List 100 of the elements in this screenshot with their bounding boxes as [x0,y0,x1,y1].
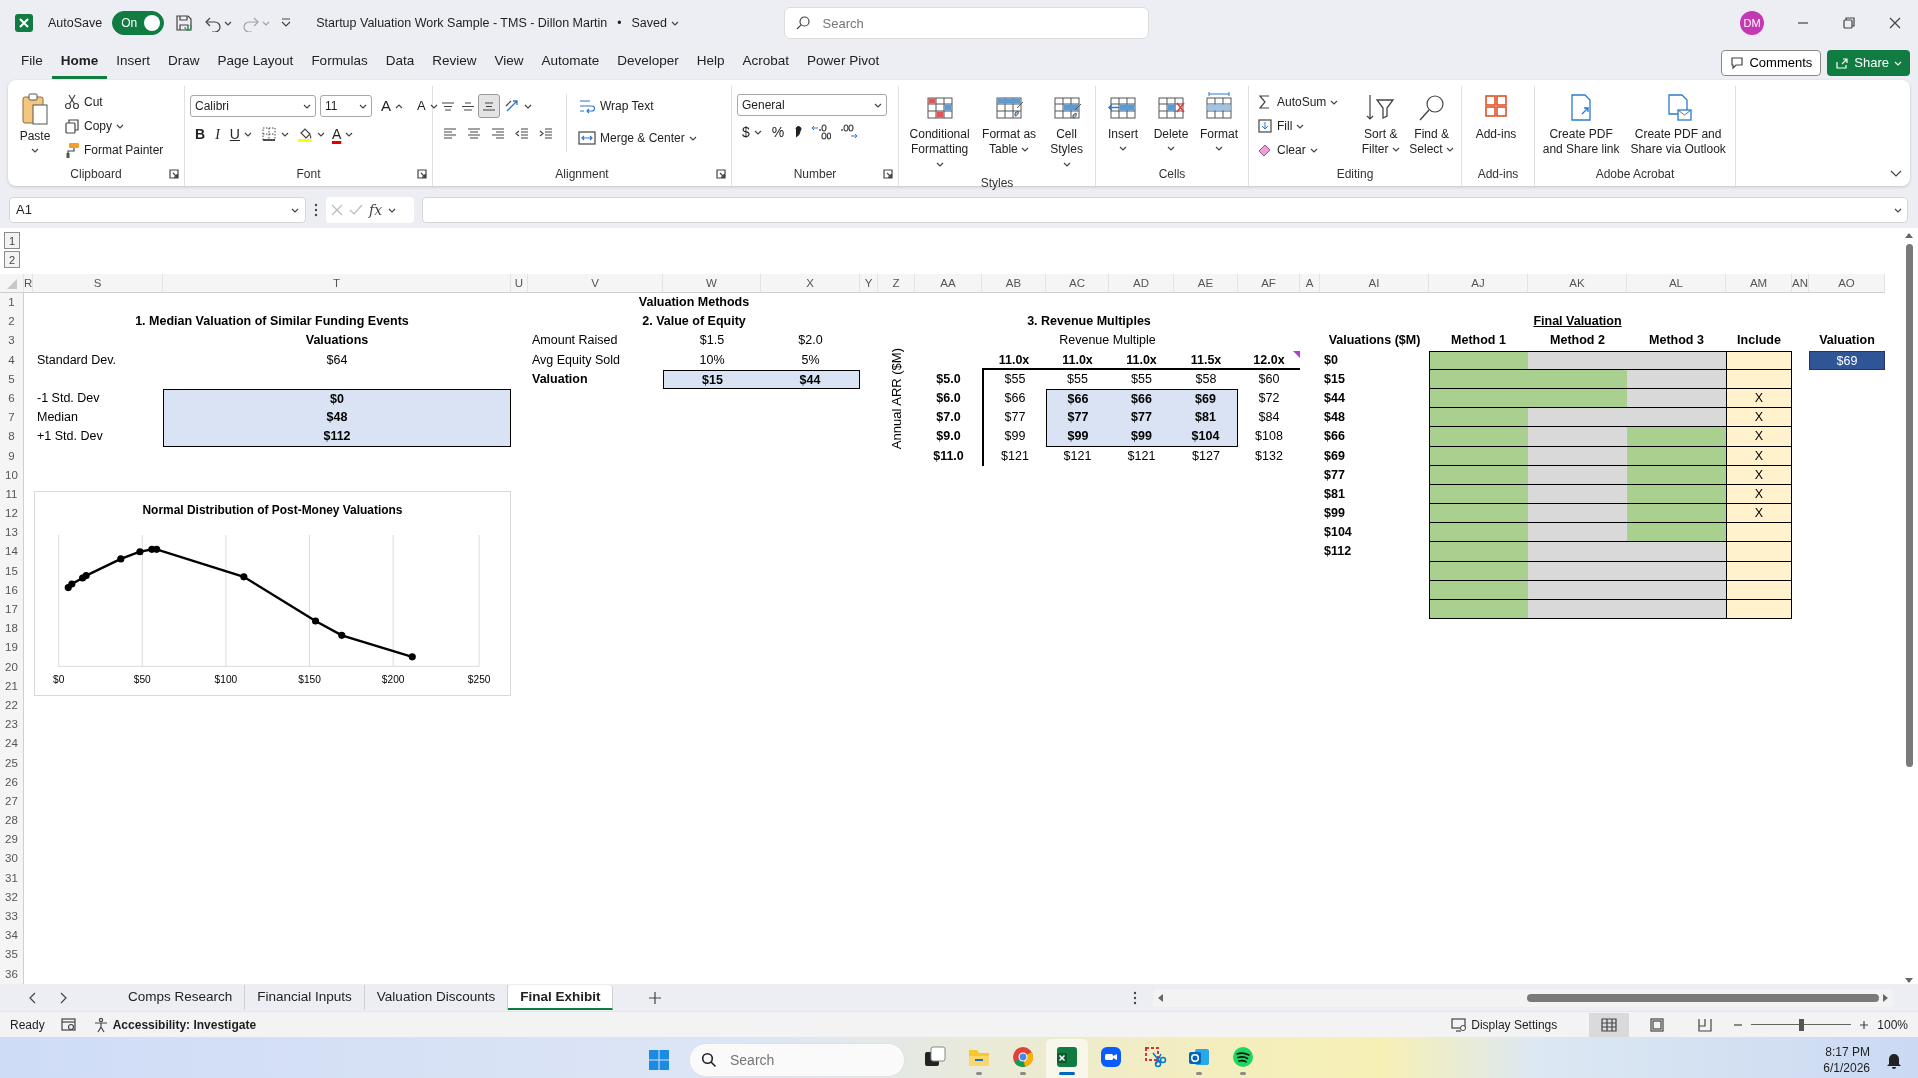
column-header[interactable]: T [163,274,511,293]
wrap-text-button[interactable]: Wrap Text [575,94,700,118]
column-header[interactable]: W [663,274,761,293]
paste-button[interactable]: Paste [13,90,57,155]
row-header[interactable]: 35 [0,945,24,965]
insert-button[interactable]: Insert [1101,90,1145,153]
row-header[interactable]: 28 [0,811,24,831]
column-header[interactable]: S [33,274,163,293]
currency-button[interactable]: $ [737,120,767,144]
insert-function-button[interactable]: fx [369,199,383,221]
font-color-button[interactable]: A [328,122,357,146]
accessibility-status[interactable]: Accessibility: Investigate [112,1015,257,1034]
slider-thumb[interactable] [1799,1018,1805,1031]
row-header[interactable]: 29 [0,830,24,850]
sheet-tab[interactable]: Final Exhibit [508,985,614,1010]
column-header[interactable]: AN [1792,274,1809,293]
row-header[interactable]: 18 [0,619,24,639]
outline-level-button[interactable]: 2 [4,251,20,268]
row-header[interactable]: 14 [0,542,24,562]
row-header[interactable]: 32 [0,887,24,907]
fill-button[interactable]: Fill [1254,114,1355,138]
column-header[interactable]: Y [860,274,878,293]
column-header[interactable]: V [528,274,663,293]
italic-button[interactable]: I [210,122,225,146]
more-options-icon[interactable] [314,203,318,217]
column-header[interactable]: AC [1046,274,1109,293]
find-select-button[interactable]: Find & Select [1407,90,1456,159]
format-button[interactable]: Format [1197,90,1241,153]
row-header[interactable]: 6 [0,388,24,409]
notification-bell-icon[interactable] [1886,1051,1902,1069]
display-settings-link[interactable]: Display Settings [1471,1015,1558,1034]
row-header[interactable]: 10 [0,465,24,485]
add-sheet-icon[interactable] [649,991,662,1004]
font-size-dropdown[interactable]: 11 [320,95,372,117]
ribbon-tab[interactable]: Automate [532,46,609,80]
ribbon-tab[interactable]: View [485,46,533,80]
more-options-icon[interactable] [1133,990,1138,1005]
row-header[interactable]: 27 [0,791,24,812]
create-pdf-link-button[interactable]: Create PDF and Share link [1540,90,1623,159]
autosum-button[interactable]: AutoSum [1254,90,1355,114]
column-header[interactable]: U [511,274,528,293]
ribbon-tab[interactable]: Acrobat [733,46,799,80]
save-icon[interactable] [174,13,195,33]
column-header[interactable]: AK [1528,274,1627,293]
row-header[interactable]: 15 [0,561,24,581]
row-header[interactable]: 33 [0,907,24,927]
dialog-launcher-icon[interactable] [169,169,179,179]
column-header[interactable]: AB [982,274,1046,293]
cut-button[interactable]: Cut [61,90,167,114]
horizontal-scrollbar[interactable] [1153,988,1894,1007]
conditional-formatting-button[interactable]: Conditional Formatting [904,90,976,174]
ribbon-tab[interactable]: Data [376,46,424,80]
view-button[interactable] [1589,1012,1630,1037]
percent-button[interactable]: % [766,120,790,144]
row-header[interactable]: 26 [0,772,24,792]
macro-record-icon[interactable] [60,1017,77,1032]
row-header[interactable]: 34 [0,926,24,946]
row-header[interactable]: 12 [0,504,24,524]
increase-font-button[interactable]: A [376,94,408,118]
clear-button[interactable]: Clear [1254,138,1355,162]
row-header[interactable]: 16 [0,580,24,600]
dialog-launcher-icon[interactable] [716,169,726,179]
row-header[interactable]: 21 [0,676,24,696]
zoom-slider[interactable] [1751,1018,1852,1031]
row-header[interactable]: 5 [0,369,24,389]
column-header[interactable]: AO [1809,274,1885,293]
formula-input[interactable] [422,197,1908,223]
format-painter-button[interactable]: Format Painter [61,138,167,162]
column-header[interactable]: AF [1238,274,1300,293]
column-header[interactable]: AJ [1429,274,1528,293]
search-field[interactable]: Search [783,7,1149,39]
ribbon-tab[interactable]: Help [687,46,734,80]
user-avatar[interactable]: DM [1740,11,1764,35]
row-header[interactable]: 2 [0,312,24,332]
comments-button[interactable]: Comments [1721,50,1822,76]
zoom-percent[interactable]: 100% [1877,1015,1908,1034]
row-header[interactable]: 24 [0,734,24,754]
row-header[interactable]: 22 [0,695,24,716]
column-header[interactable]: AE [1174,274,1238,293]
row-header[interactable]: 25 [0,753,24,773]
column-header[interactable]: AM [1726,274,1792,293]
row-header[interactable]: 17 [0,600,24,620]
clock-date[interactable]: 6/1/2026 [1823,1060,1870,1077]
customize-icon[interactable] [280,17,293,29]
row-header[interactable]: 9 [0,446,24,466]
ribbon-tab[interactable]: File [12,46,52,80]
add-ins-button[interactable]: Add-ins [1467,90,1525,144]
row-header[interactable]: 30 [0,849,24,869]
number-format-dropdown[interactable]: General [737,94,887,116]
taskbar-search-field[interactable]: Search [689,1043,905,1077]
sheet-tab[interactable]: Comps Research [116,985,246,1010]
row-header[interactable]: 13 [0,523,24,543]
column-header[interactable]: AI [1320,274,1429,293]
row-header[interactable]: 31 [0,868,24,888]
column-header[interactable]: X [761,274,860,293]
next-sheet-icon[interactable] [60,991,68,1004]
taskbar-app-button[interactable] [1046,1039,1088,1078]
sheet-tab[interactable]: Financial Inputs [245,985,365,1010]
row-header[interactable]: 11 [0,484,24,505]
dialog-launcher-icon[interactable] [883,169,893,179]
